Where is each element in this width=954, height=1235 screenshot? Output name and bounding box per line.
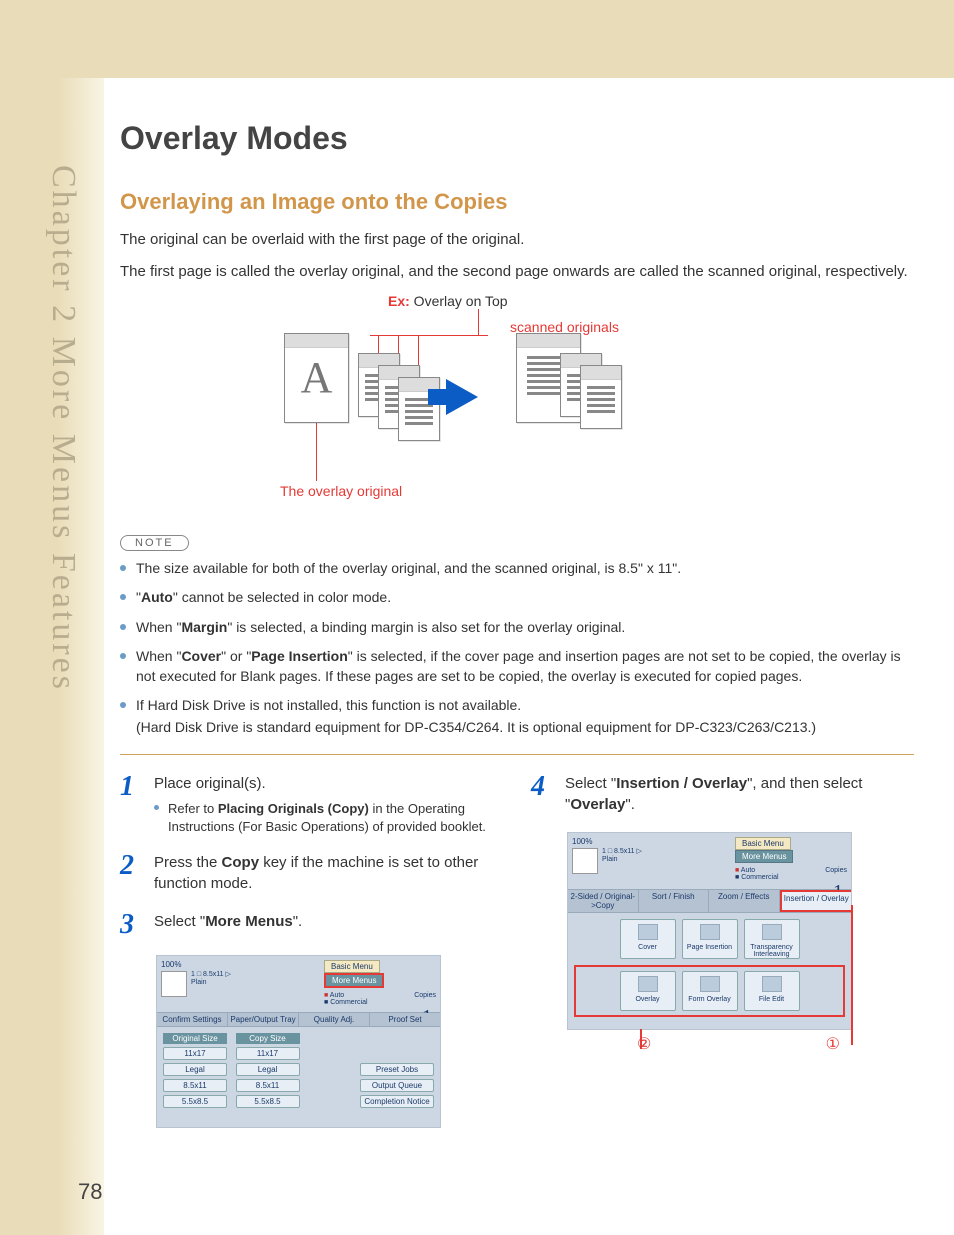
quality-adj-tab[interactable]: Quality Adj. — [299, 1013, 370, 1026]
size-button[interactable]: Legal — [236, 1063, 300, 1076]
ex-label: Ex: Overlay on Top — [388, 293, 508, 309]
red-line — [316, 423, 317, 481]
zoom-effects-tab[interactable]: Zoom / Effects — [709, 890, 780, 912]
arrow-right-icon — [446, 379, 478, 415]
two-sided-tab[interactable]: 2-Sided / Original->Copy — [568, 890, 639, 912]
ex-text: Overlay on Top — [410, 293, 508, 309]
size-button[interactable]: 8.5x11 — [236, 1079, 300, 1092]
note-item: If Hard Disk Drive is not installed, thi… — [120, 696, 914, 737]
more-menus-tab[interactable]: More Menus — [324, 973, 384, 988]
auto-label: Auto — [741, 867, 755, 874]
paper-type: Plain — [602, 856, 618, 863]
more-menus-tab[interactable]: More Menus — [735, 850, 793, 863]
auto-label: Auto — [330, 992, 344, 999]
overlay-diagram: Ex: Overlay on Top scanned originals The… — [120, 293, 914, 503]
preset-jobs-button[interactable]: Preset Jobs — [360, 1063, 434, 1076]
size-button[interactable]: 11x17 — [163, 1047, 227, 1060]
note-item: When "Cover" or "Page Insertion" is sele… — [120, 647, 914, 686]
red-line — [370, 335, 488, 336]
divider — [120, 754, 914, 755]
paper-type: Plain — [191, 979, 207, 986]
notes-list: The size available for both of the overl… — [120, 559, 914, 738]
note-item: "Auto" cannot be selected in color mode. — [120, 588, 914, 608]
step-number-4: 4 — [531, 773, 553, 817]
form-overlay-button[interactable]: Form Overlay — [682, 971, 738, 1011]
step-2-text: Press the Copy key if the machine is set… — [154, 852, 503, 896]
zoom-value: 100% — [161, 960, 316, 969]
cover-button[interactable]: Cover — [620, 919, 676, 959]
size-button[interactable]: 5.5x8.5 — [163, 1095, 227, 1108]
paper-output-tab[interactable]: Paper/Output Tray — [228, 1013, 299, 1026]
original-size-header: Original Size — [163, 1033, 227, 1044]
basic-menu-tab[interactable]: Basic Menu — [324, 960, 380, 973]
letter-a: A — [301, 352, 333, 403]
note-item: When "Margin" is selected, a binding mar… — [120, 618, 914, 638]
preview-icon — [572, 848, 598, 874]
page-title: Overlay Modes — [120, 120, 914, 157]
completion-notice-button[interactable]: Completion Notice — [360, 1095, 434, 1108]
step-number-3: 3 — [120, 911, 142, 939]
page-insertion-button[interactable]: Page Insertion — [682, 919, 738, 959]
confirm-settings-tab[interactable]: Confirm Settings — [157, 1013, 228, 1026]
copies-label: Copies — [414, 992, 436, 999]
note-item: The size available for both of the overl… — [120, 559, 914, 579]
overlay-button[interactable]: Overlay — [620, 971, 676, 1011]
size-button[interactable]: 8.5x11 — [163, 1079, 227, 1092]
step-number-1: 1 — [120, 773, 142, 836]
copier-screen-moremenus: 100% 1 □ 8.5x11 ▷ Plain Basic Menu More … — [156, 955, 441, 1128]
red-line — [478, 309, 479, 335]
section-title: Overlaying an Image onto the Copies — [120, 189, 914, 215]
size-button[interactable]: 5.5x8.5 — [236, 1095, 300, 1108]
callout-line — [640, 1029, 642, 1049]
form-overlay-icon — [700, 976, 720, 992]
commercial-label: Commercial — [741, 874, 778, 881]
copy-size-header: Copy Size — [236, 1033, 300, 1044]
file-edit-icon — [762, 976, 782, 992]
note-pill: NOTE — [120, 535, 189, 551]
ex-prefix: Ex: — [388, 293, 410, 309]
callout-line — [851, 905, 853, 1045]
proof-set-tab[interactable]: Proof Set — [370, 1013, 440, 1026]
tray-info: 1 □ 8.5x11 ▷ — [602, 848, 642, 855]
step-4-text: Select "Insertion / Overlay", and then s… — [565, 773, 914, 817]
chapter-sidebar-text: Chapter 2 More Menus Features — [44, 165, 82, 692]
overlay-icon — [638, 976, 658, 992]
callout-number-1: ① — [826, 1034, 840, 1054]
copies-label: Copies — [825, 867, 847, 874]
page-number: 78 — [78, 1179, 102, 1205]
basic-menu-tab[interactable]: Basic Menu — [735, 837, 791, 850]
step-number-2: 2 — [120, 852, 142, 896]
step-1-sub: Refer to Placing Originals (Copy) in the… — [154, 800, 503, 835]
size-button[interactable]: 11x17 — [236, 1047, 300, 1060]
zoom-value: 100% — [572, 837, 727, 846]
overlay-original-page-icon: A — [284, 333, 349, 423]
overlay-original-label: The overlay original — [280, 483, 402, 499]
output-page-icon — [580, 365, 622, 429]
file-edit-button[interactable]: File Edit — [744, 971, 800, 1011]
scanned-page-icon — [398, 377, 440, 441]
cover-icon — [638, 924, 658, 940]
intro-line-2: The first page is called the overlay ori… — [120, 261, 914, 283]
commercial-label: Commercial — [330, 999, 367, 1006]
step-1-text: Place original(s). — [154, 775, 266, 792]
copier-screen-insertion-overlay: 100% 1 □ 8.5x11 ▷ Plain Basic Menu More … — [567, 832, 852, 1030]
transparency-interleaving-button[interactable]: Transparency Interleaving — [744, 919, 800, 959]
step-3-text: Select "More Menus". — [154, 911, 302, 939]
sort-finish-tab[interactable]: Sort / Finish — [639, 890, 710, 912]
tray-info: 1 □ 8.5x11 ▷ — [191, 971, 231, 978]
output-queue-button[interactable]: Output Queue — [360, 1079, 434, 1092]
size-button[interactable]: Legal — [163, 1063, 227, 1076]
page-insertion-icon — [700, 924, 720, 940]
transparency-icon — [762, 924, 782, 940]
intro-line-1: The original can be overlaid with the fi… — [120, 229, 914, 251]
preview-icon — [161, 971, 187, 997]
top-band — [0, 0, 954, 78]
insertion-overlay-tab[interactable]: Insertion / Overlay — [780, 890, 852, 912]
